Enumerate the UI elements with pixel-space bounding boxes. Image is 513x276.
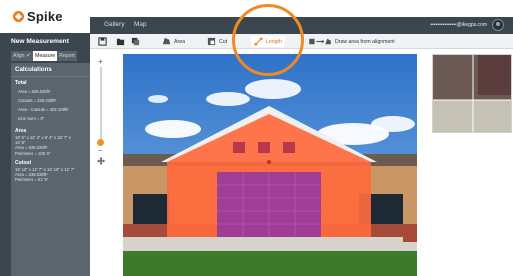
draw-from-alignment-button[interactable]: Draw area from alignment <box>308 36 395 47</box>
tab-measure-label: Measure <box>35 53 56 59</box>
sidebar: Spike New Measurement Align ✔ Measure Re… <box>0 0 90 276</box>
folder-icon <box>116 38 125 46</box>
tab-report[interactable]: Report <box>57 51 77 61</box>
nav-gallery[interactable]: Gallery <box>104 21 125 28</box>
measurement-photo[interactable] <box>123 54 417 276</box>
user-email[interactable]: •••••••••••••••@ikegps.com <box>430 22 487 28</box>
zoom-out-button[interactable]: − <box>96 146 105 155</box>
zoom-in-icon: + <box>98 57 103 66</box>
zoom-slider-thumb[interactable] <box>97 139 104 146</box>
spike-logo-icon <box>13 11 24 22</box>
zoom-preview <box>432 54 512 133</box>
total-area: Area = 626.025ft² <box>18 89 51 94</box>
area-tool-button[interactable]: Area <box>162 36 185 47</box>
calculations-title: Calculations <box>11 63 90 77</box>
tab-align[interactable]: Align ✔ <box>11 51 34 61</box>
logo[interactable]: Spike <box>0 0 90 33</box>
total-line-sum: Line Sum = 0" <box>18 116 45 121</box>
workflow-tabs: Align ✔ Measure Report <box>11 51 90 61</box>
avatar[interactable] <box>492 19 504 31</box>
open-button[interactable] <box>116 36 128 47</box>
area-icon <box>162 37 171 45</box>
logo-text: Spike <box>27 9 63 24</box>
area-heading: Area <box>15 128 27 134</box>
total-heading: Total <box>15 80 27 86</box>
nav-map[interactable]: Map <box>134 21 147 28</box>
zoom-preview-image <box>433 55 511 132</box>
copy-button[interactable] <box>131 36 143 47</box>
save-icon <box>98 37 107 46</box>
zoom-in-button[interactable]: + <box>96 57 105 66</box>
pan-icon <box>96 157 105 165</box>
zoom-out-icon: − <box>98 146 103 155</box>
save-button[interactable] <box>98 36 110 47</box>
cutout-perimeter: Perimeter = 61' 9" <box>15 177 49 183</box>
cutout-tool-label: Cut <box>219 38 228 45</box>
cutout-tool-button[interactable]: Cut <box>207 36 227 47</box>
panel-title: New Measurement <box>11 38 69 45</box>
building-photo <box>123 54 417 276</box>
calculations-panel: Calculations Total Area = 626.025ft² Cut… <box>11 63 90 276</box>
cutout-heading: Cutout <box>15 159 32 166</box>
tab-measure[interactable]: Measure <box>33 51 58 61</box>
draw-from-alignment-label: Draw area from alignment <box>335 38 395 45</box>
check-icon: ✔ <box>26 53 32 59</box>
tab-report-label: Report <box>59 53 75 59</box>
cutout-icon <box>207 37 216 46</box>
zoom-slider[interactable] <box>100 67 102 141</box>
align-draw-icon <box>309 38 331 45</box>
total-cutouts: Cutouts = 236.028ft² <box>18 98 57 103</box>
tab-align-label: Align <box>13 53 25 59</box>
copy-icon <box>131 37 140 46</box>
area-tool-label: Area <box>174 38 185 45</box>
total-area-minus-cutouts: Area - Cutouts = 402.108ft² <box>18 107 69 112</box>
pan-button[interactable] <box>96 157 105 166</box>
highlight-ring <box>232 4 304 76</box>
